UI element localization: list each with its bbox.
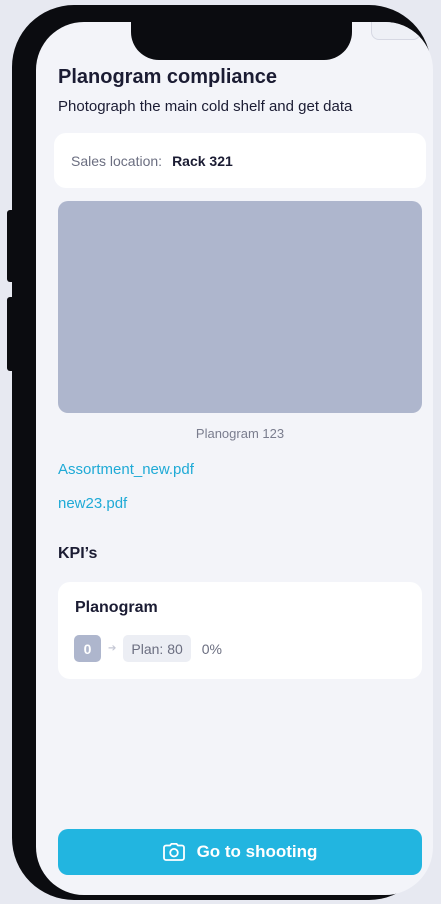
go-to-shooting-label: Go to shooting	[196, 842, 318, 861]
kpi-plan-badge: Plan: 80	[123, 635, 191, 662]
phone-frame: Planogram compliance Photograph the main…	[12, 5, 433, 900]
sales-location-card: Sales location: Rack 321	[54, 133, 426, 188]
kpi-fact-badge: 0	[74, 635, 101, 662]
planogram-caption: Planogram 123	[195, 426, 285, 441]
sales-location-value: Rack 321	[172, 152, 233, 169]
kpi-card-planogram: Planogram 0 ➔ Plan: 80 0%	[58, 582, 422, 679]
sales-location-label: Sales location:	[71, 152, 163, 169]
kpi-percent: 0%	[201, 640, 222, 657]
file-link-assortment[interactable]: Assortment_new.pdf	[58, 461, 194, 478]
device-notch	[131, 22, 352, 60]
kpi-name: Planogram	[75, 599, 158, 616]
go-to-shooting-button[interactable]: Go to shooting	[58, 829, 422, 875]
file-link-new23[interactable]: new23.pdf	[58, 495, 127, 512]
arrow-right-icon: ➔	[108, 643, 117, 654]
page-subtitle: Photograph the main cold shelf and get d…	[58, 98, 353, 115]
kpi-heading: KPI’s	[58, 545, 98, 562]
camera-icon	[162, 843, 185, 861]
kpi-values-row: 0 ➔ Plan: 80 0%	[74, 635, 222, 662]
planogram-image[interactable]	[58, 201, 422, 413]
page-title: Planogram compliance	[58, 66, 277, 88]
app-screen: Planogram compliance Photograph the main…	[36, 22, 433, 895]
top-action-button[interactable]	[371, 22, 421, 40]
